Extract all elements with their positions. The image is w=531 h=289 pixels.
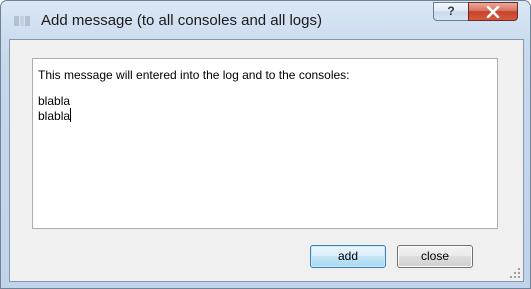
resize-grip-icon[interactable] (509, 267, 521, 279)
app-icon (14, 16, 30, 26)
close-button[interactable]: close (397, 245, 473, 268)
message-line-last: blabla (38, 108, 492, 123)
message-line: blabla (38, 94, 71, 108)
title-bar[interactable]: Add message (to all consoles and all log… (1, 1, 530, 40)
message-line-text: blabla (38, 109, 71, 123)
window-title: Add message (to all consoles and all log… (41, 12, 322, 29)
dialog-body: This message will entered into the log a… (9, 39, 524, 282)
close-window-button[interactable] (468, 2, 518, 21)
message-line: This message will entered into the log a… (38, 68, 350, 82)
add-button[interactable]: add (310, 245, 386, 268)
text-caret (70, 108, 72, 122)
help-button[interactable]: ? (433, 2, 469, 21)
close-x-icon (486, 6, 500, 18)
dialog-window: Add message (to all consoles and all log… (0, 0, 531, 289)
message-textarea[interactable]: This message will entered into the log a… (32, 58, 498, 229)
message-line (38, 82, 492, 95)
